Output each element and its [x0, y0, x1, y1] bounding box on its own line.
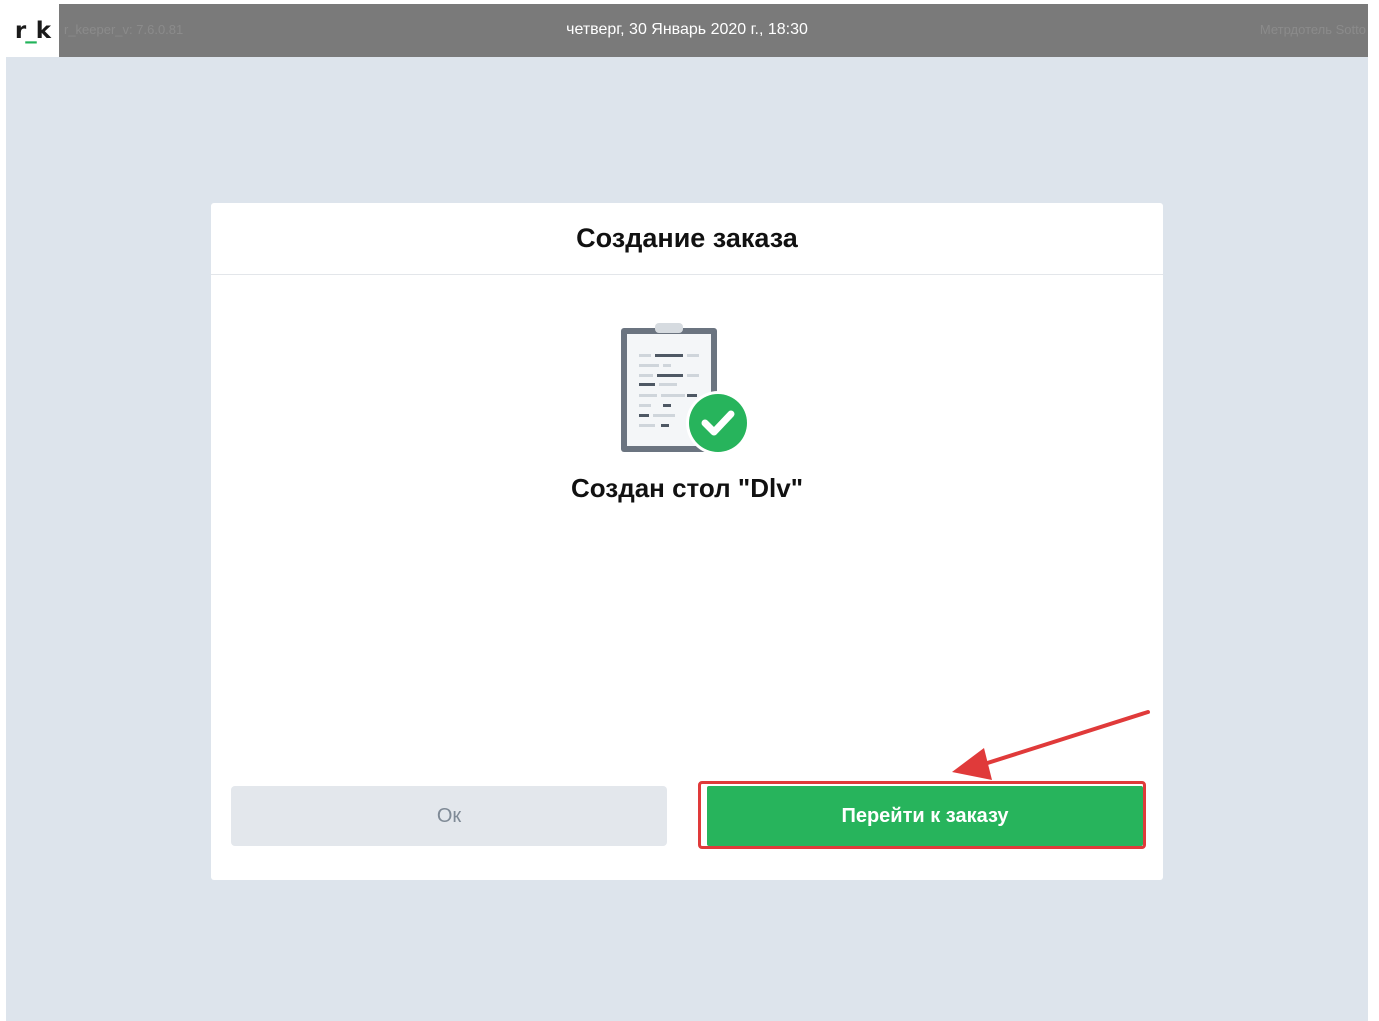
- user-label: Метрдотель Sotto: [1259, 22, 1366, 37]
- go-to-order-button[interactable]: Перейти к заказу: [707, 786, 1143, 846]
- clipboard-check-icon: [621, 323, 750, 455]
- dialog-title: Создание заказа: [576, 223, 798, 253]
- annotation-arrow-icon: [952, 710, 1150, 780]
- dialog-header: Создание заказа: [211, 203, 1163, 275]
- app-window: r _ k r_keeper_v: 7.6.0.81 четверг, 30 Янв…: [6, 4, 1368, 1021]
- table-created-message: Создан стол "Dlv": [570, 473, 804, 503]
- datetime-label: четверг, 30 Январь 2020 г., 18:30: [566, 21, 808, 38]
- top-bar: r _ k r_keeper_v: 7.6.0.81 четверг, 30 Янв…: [6, 4, 1368, 57]
- ok-button[interactable]: Ок: [231, 786, 667, 846]
